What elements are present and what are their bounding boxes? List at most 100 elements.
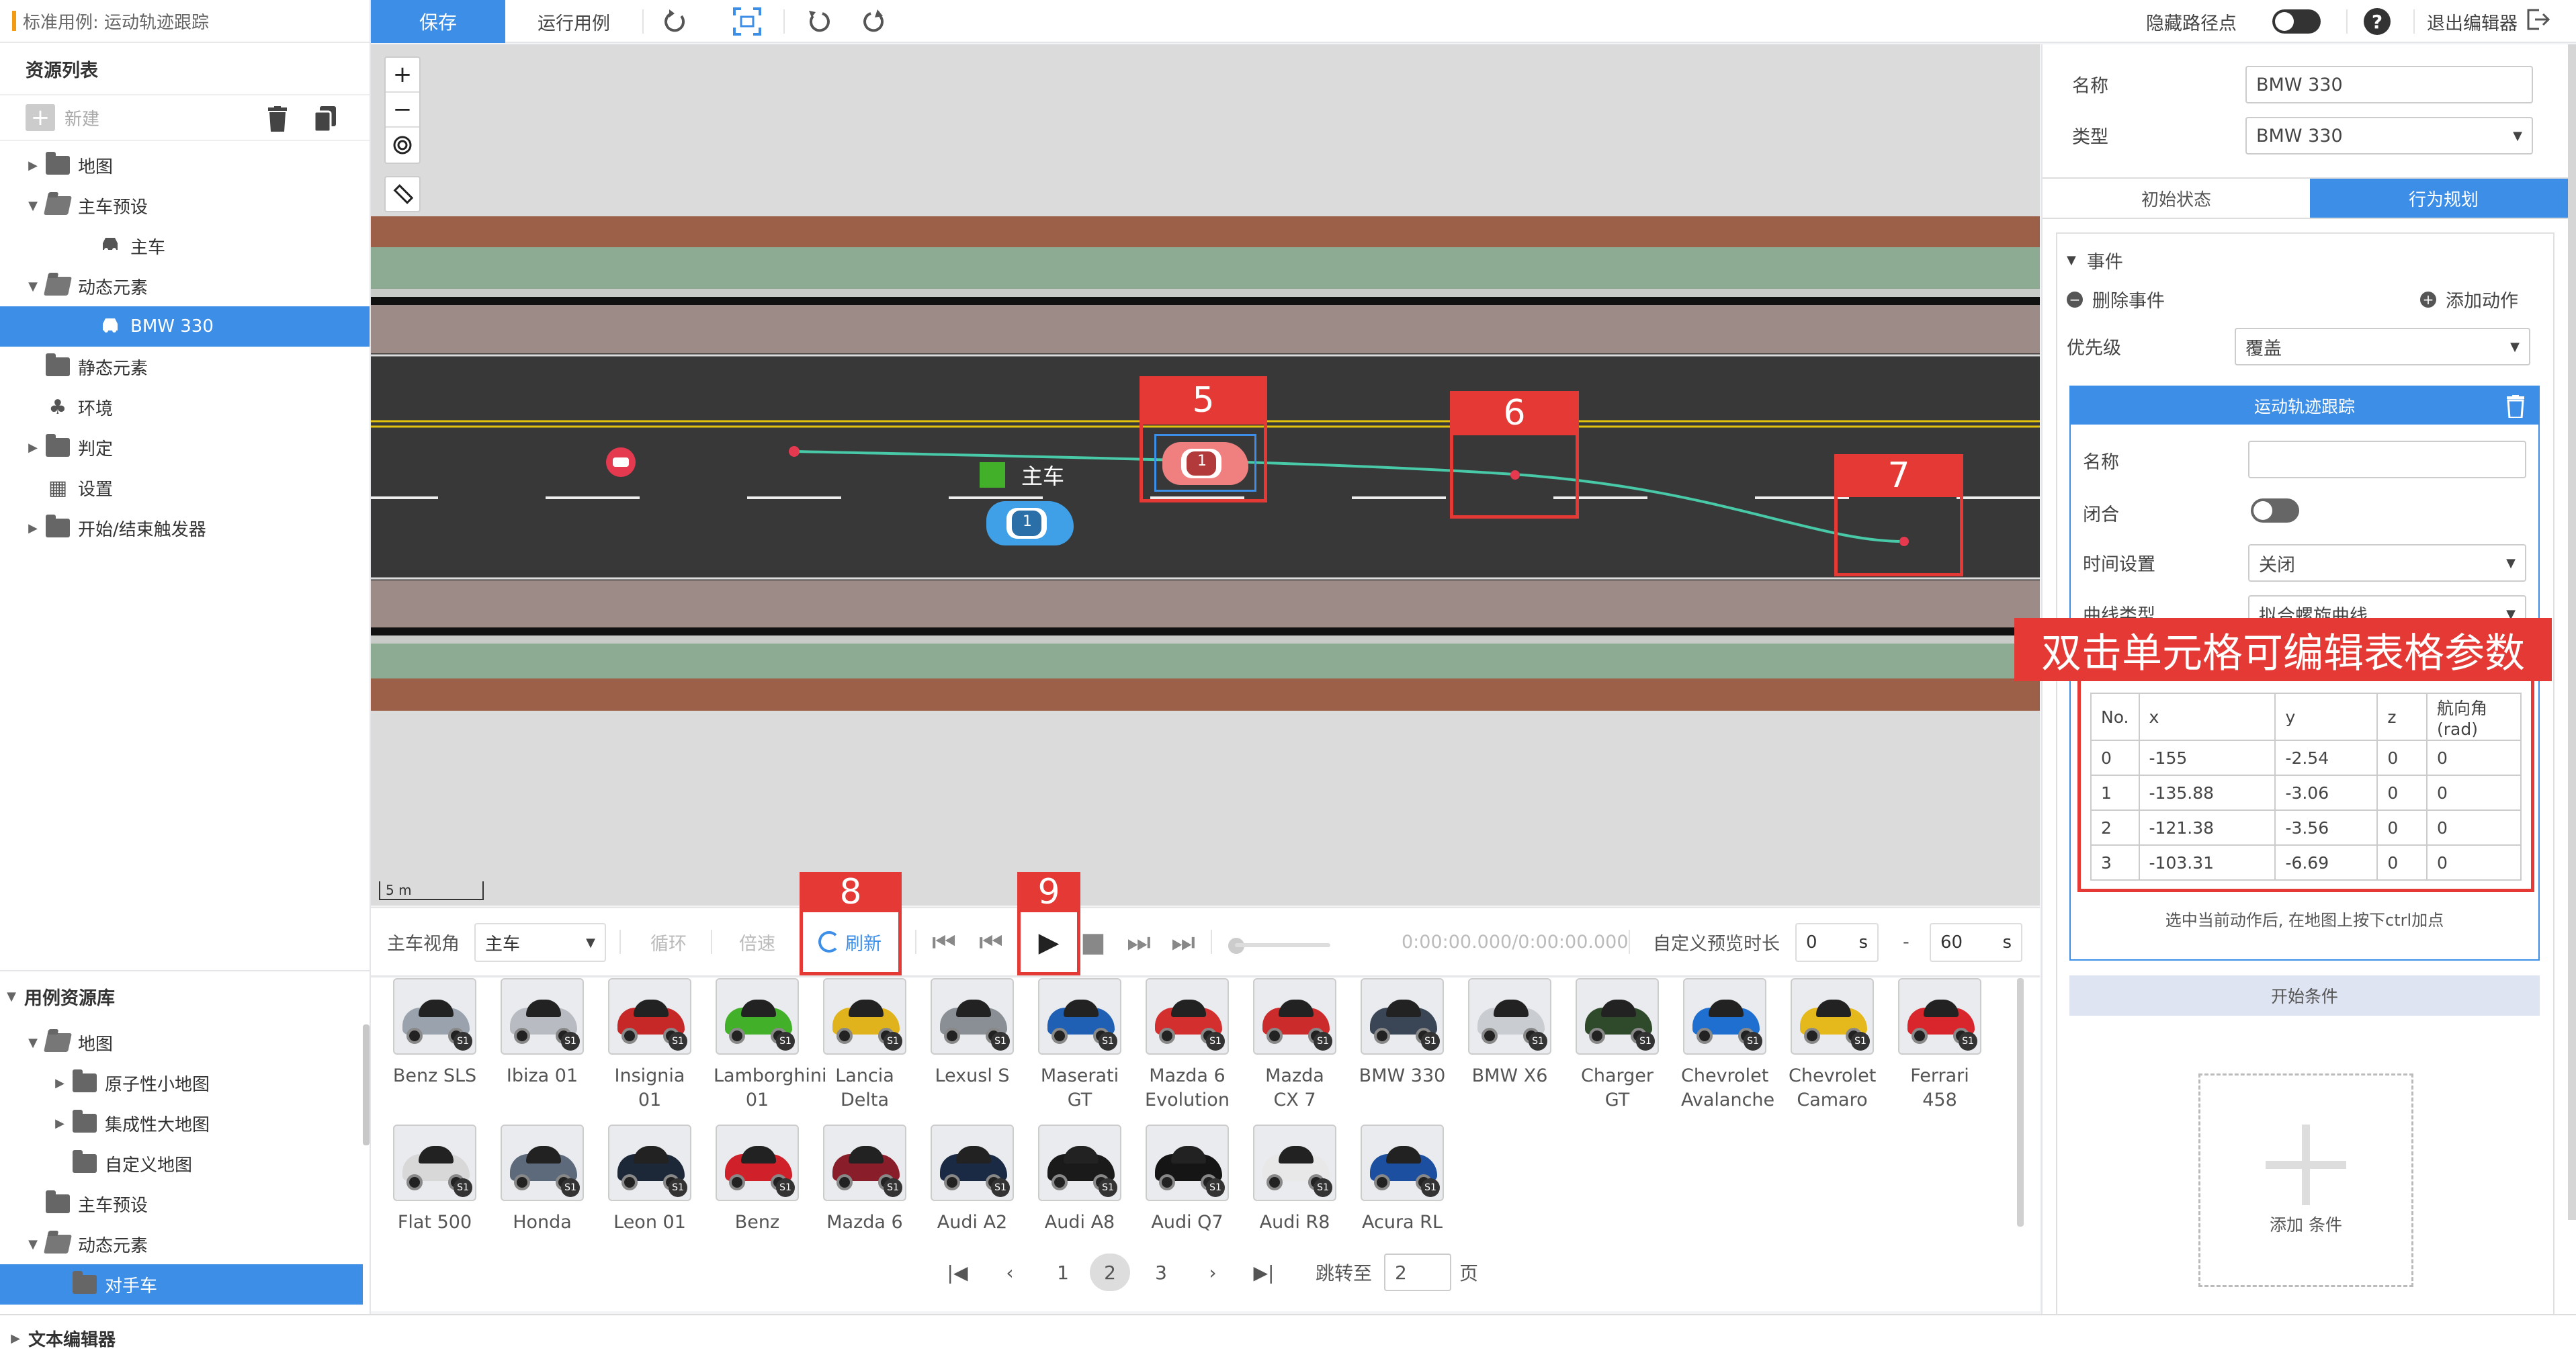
table-cell[interactable]: 0 xyxy=(2426,809,2522,846)
table-cell[interactable]: -103.31 xyxy=(2138,844,2276,881)
tab-initial-state[interactable]: 初始状态 xyxy=(2043,179,2310,218)
save-button[interactable]: 保存 xyxy=(371,0,505,43)
table-cell[interactable]: 0 xyxy=(2376,844,2428,881)
redo-icon[interactable] xyxy=(658,5,691,38)
table-cell[interactable]: 0 xyxy=(2426,844,2522,881)
car-card[interactable]: S1 Mazda 6 Evolution xyxy=(1144,978,1231,1112)
resource-item[interactable]: ▶ 地图 xyxy=(0,145,370,185)
table-row[interactable]: 3 -103.31 -6.69 0 0 xyxy=(2090,844,2522,881)
table-cell[interactable]: -121.38 xyxy=(2138,809,2276,846)
refresh-icon[interactable] xyxy=(857,5,890,38)
library-header[interactable]: ▼ 用例资源库 xyxy=(0,970,371,1021)
table-cell[interactable]: 0 xyxy=(2426,740,2522,776)
tree-caret-icon[interactable]: ▼ xyxy=(26,1036,40,1050)
step-back-icon[interactable]: ⏮ xyxy=(974,927,1008,958)
speed-button[interactable]: 倍速 xyxy=(739,908,775,975)
time-setting-select[interactable]: 关闭 xyxy=(2248,544,2526,582)
tree-caret-icon[interactable]: ▼ xyxy=(26,1237,40,1252)
car-card[interactable]: S1 Mazda CX 7 xyxy=(1251,978,1338,1112)
first-page-icon[interactable]: |◀ xyxy=(941,1254,974,1291)
tree-caret-icon[interactable]: ▶ xyxy=(26,441,40,455)
car-card[interactable]: S1 Chevrolet Camaro xyxy=(1789,978,1876,1112)
car-card[interactable]: S1 Leon 01 xyxy=(606,1125,693,1235)
trash-icon[interactable] xyxy=(267,106,288,132)
stop-icon[interactable]: ■ xyxy=(1076,927,1110,958)
map-canvas[interactable]: + − 主车 1 1 5 6 7 5 m xyxy=(371,44,2040,906)
library-item[interactable]: 自定义地图 xyxy=(0,1143,363,1184)
add-condition-button[interactable]: 添加 条件 xyxy=(2198,1073,2413,1287)
closed-toggle[interactable] xyxy=(2251,498,2299,523)
car-card[interactable]: S1 Benz xyxy=(714,1125,801,1235)
table-cell[interactable]: 0 xyxy=(2376,809,2428,846)
new-plus-icon[interactable]: + xyxy=(26,104,55,131)
properties-scrollbar[interactable] xyxy=(2568,44,2576,1220)
table-cell[interactable]: -3.06 xyxy=(2274,775,2378,811)
car-card[interactable]: S1 Chevrolet Avalanche xyxy=(1681,978,1774,1112)
play-icon[interactable]: ▶ xyxy=(1032,927,1066,958)
start-duration-input[interactable]: 0 s xyxy=(1795,923,1879,962)
zoom-in-icon[interactable]: + xyxy=(386,58,419,93)
library-scrollbar[interactable] xyxy=(363,1024,370,1145)
undo-icon[interactable] xyxy=(804,5,836,38)
table-cell[interactable]: 0 xyxy=(2376,775,2428,811)
resource-item[interactable]: ▼ 动态元素 xyxy=(0,266,370,306)
page-1[interactable]: 1 xyxy=(1044,1254,1082,1291)
resource-item[interactable]: ♣ 环境 xyxy=(0,387,370,427)
table-cell[interactable]: 2 xyxy=(2090,809,2140,846)
resource-item[interactable]: ▶ 开始/结束触发器 xyxy=(0,508,370,548)
locate-icon[interactable] xyxy=(386,128,419,163)
run-case-button[interactable]: 运行用例 xyxy=(538,0,610,43)
car-card[interactable]: S1 Honda xyxy=(499,1125,586,1235)
car-card[interactable]: S1 Acura RL xyxy=(1359,1125,1446,1235)
car-card[interactable]: S1 Mazda 6 xyxy=(821,1125,908,1235)
last-page-icon[interactable]: ▶| xyxy=(1247,1254,1281,1291)
prev-page-icon[interactable]: ‹ xyxy=(993,1254,1027,1291)
tab-behavior-planning[interactable]: 行为规划 xyxy=(2310,179,2576,218)
car-card[interactable]: S1 Ibiza 01 xyxy=(499,978,586,1088)
tree-caret-icon[interactable]: ▼ xyxy=(26,199,40,213)
refresh-button[interactable]: 刷新 xyxy=(818,908,882,975)
loop-button[interactable]: 循环 xyxy=(650,908,687,975)
zoom-out-icon[interactable]: − xyxy=(386,93,419,128)
library-item[interactable]: 对手车 xyxy=(0,1264,363,1305)
table-row[interactable]: 0 -155 -2.54 0 0 xyxy=(2090,740,2522,776)
resource-item[interactable]: 静态元素 xyxy=(0,347,370,387)
resource-item[interactable]: BMW 330 xyxy=(0,306,370,347)
resource-item[interactable]: ▼ 主车预设 xyxy=(0,185,370,226)
jump-input[interactable]: 2 xyxy=(1384,1254,1451,1291)
tree-caret-icon[interactable]: ▶ xyxy=(52,1076,67,1090)
car-card[interactable]: S1 Lexusl S xyxy=(929,978,1016,1088)
car-card[interactable]: S1 Audi R8 xyxy=(1251,1125,1338,1235)
table-row[interactable]: 1 -135.88 -3.06 0 0 xyxy=(2090,775,2522,811)
table-cell[interactable]: -6.69 xyxy=(2274,844,2378,881)
car-card[interactable]: S1 BMW X6 xyxy=(1466,978,1553,1088)
table-cell[interactable]: -135.88 xyxy=(2138,775,2276,811)
table-cell[interactable]: 0 xyxy=(2426,775,2522,811)
car-card[interactable]: S1 BMW 330 xyxy=(1359,978,1446,1088)
end-duration-input[interactable]: 60 s xyxy=(1930,923,2022,962)
hide-waypoints-toggle[interactable] xyxy=(2272,9,2321,34)
delete-event-button[interactable]: − 删除事件 xyxy=(2067,286,2165,312)
car-card[interactable]: S1 Charger GT xyxy=(1574,978,1661,1112)
skip-end-icon[interactable]: ⏭ xyxy=(1166,927,1200,958)
table-cell[interactable]: 0 xyxy=(2376,740,2428,776)
progress-slider[interactable] xyxy=(1228,935,1330,954)
car-card[interactable]: S1 Lancia Delta xyxy=(821,978,908,1112)
car-card[interactable]: S1 Ferrari 458 xyxy=(1896,978,1983,1112)
table-cell[interactable]: -155 xyxy=(2138,740,2276,776)
view-select[interactable]: 主车 xyxy=(474,923,606,962)
delete-action-icon[interactable] xyxy=(2506,395,2525,422)
table-cell[interactable]: -2.54 xyxy=(2274,740,2378,776)
copy-icon[interactable] xyxy=(313,106,337,133)
exit-editor-button[interactable]: 退出编辑器 xyxy=(2427,0,2550,43)
table-cell[interactable]: 0 xyxy=(2090,740,2140,776)
tree-caret-icon[interactable]: ▶ xyxy=(26,159,40,173)
priority-select[interactable]: 覆盖 xyxy=(2235,328,2530,365)
page-3[interactable]: 3 xyxy=(1142,1254,1180,1291)
resource-item[interactable]: ▦ 设置 xyxy=(0,468,370,508)
table-row[interactable]: 2 -121.38 -3.56 0 0 xyxy=(2090,809,2522,846)
action-name-input[interactable] xyxy=(2248,441,2526,478)
resource-item[interactable]: 主车 xyxy=(0,226,370,266)
car-card[interactable]: S1 Maserati GT xyxy=(1036,978,1123,1112)
ego-car[interactable]: 1 xyxy=(986,501,1074,545)
